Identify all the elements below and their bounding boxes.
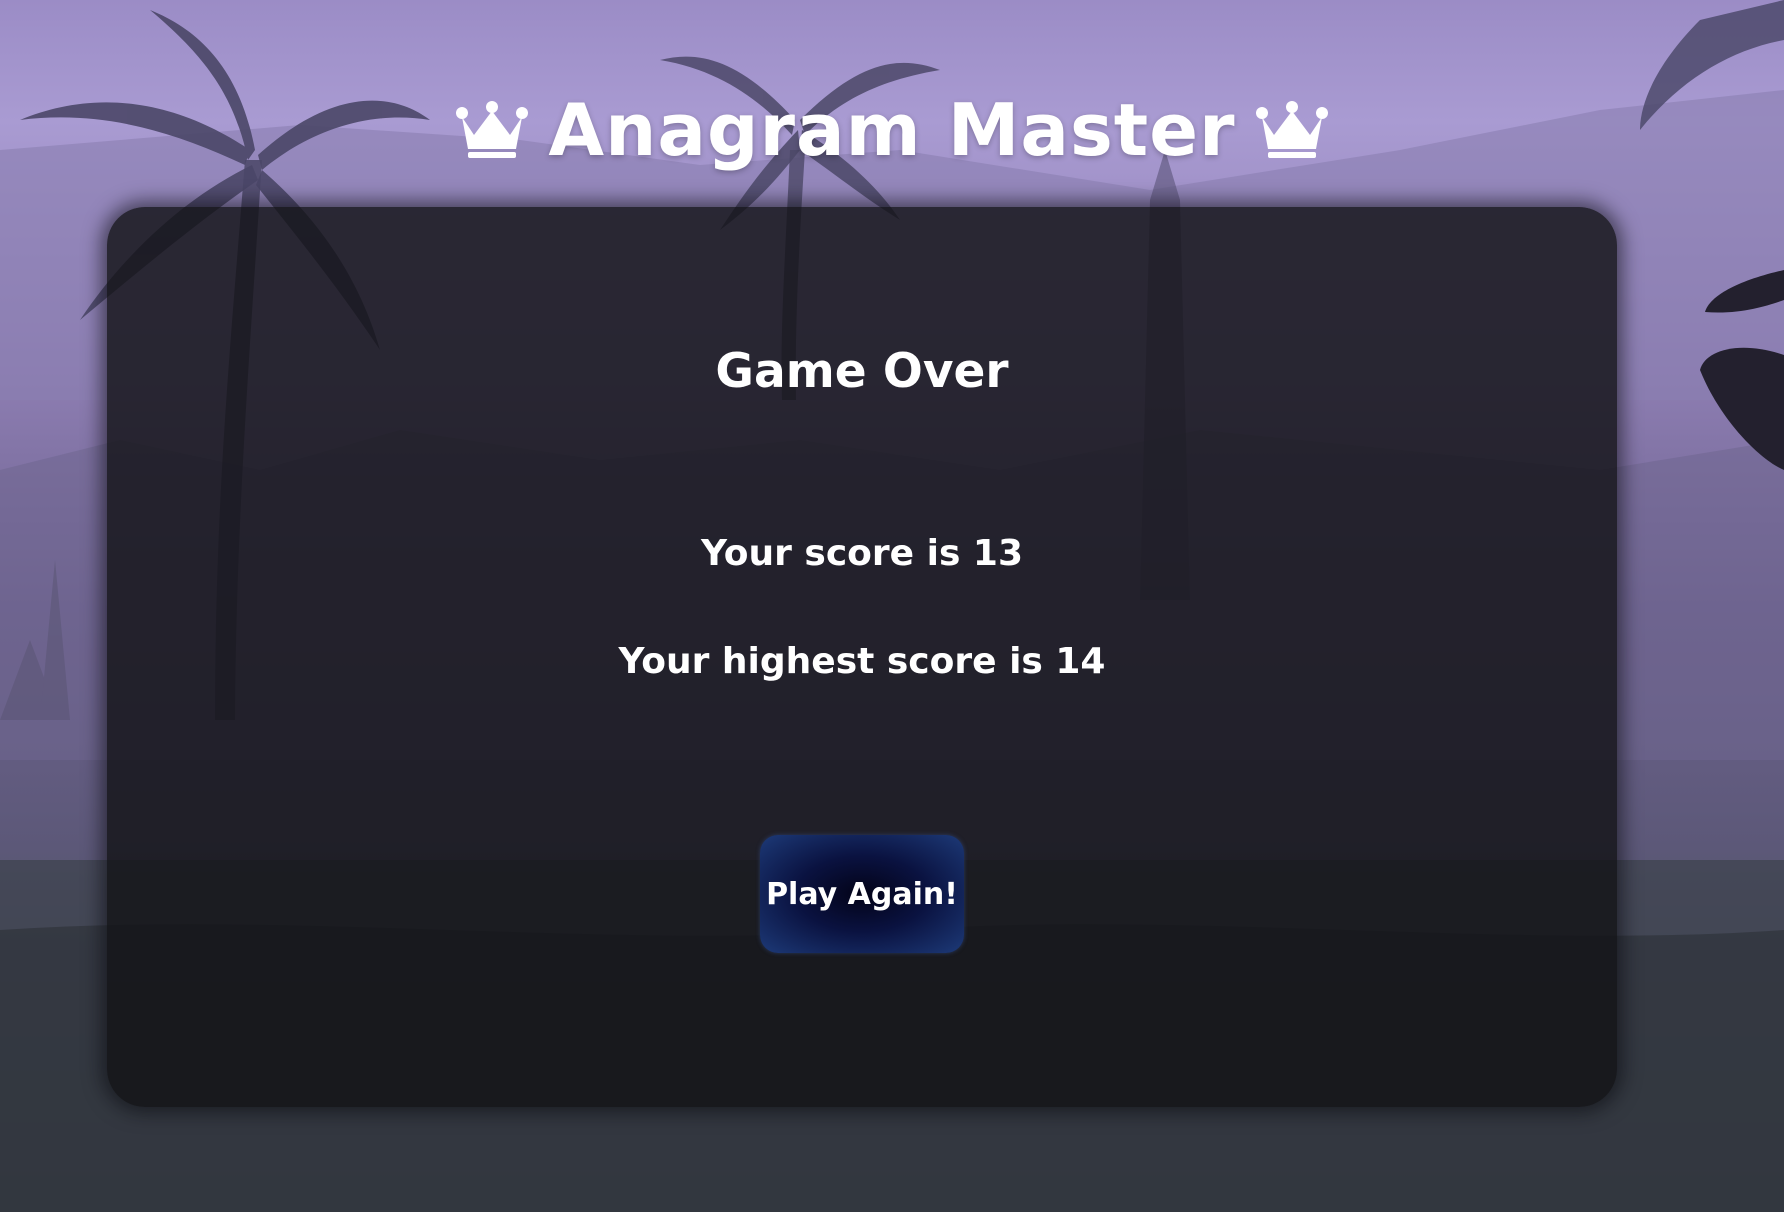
play-again-button[interactable]: Play Again! [760, 835, 964, 953]
title-text: Anagram Master [548, 88, 1236, 172]
game-over-heading: Game Over [715, 344, 1009, 399]
high-score-text: Your highest score is 14 [618, 641, 1106, 682]
page-title: Anagram Master [0, 88, 1784, 172]
crown-icon [456, 101, 529, 158]
crown-icon [1255, 101, 1328, 158]
game-screen: Anagram Master Game Over Your score is 1… [0, 0, 1784, 1212]
score-text: Your score is 13 [700, 533, 1023, 574]
game-over-panel: Game Over Your score is 13 Your highest … [107, 207, 1617, 1107]
